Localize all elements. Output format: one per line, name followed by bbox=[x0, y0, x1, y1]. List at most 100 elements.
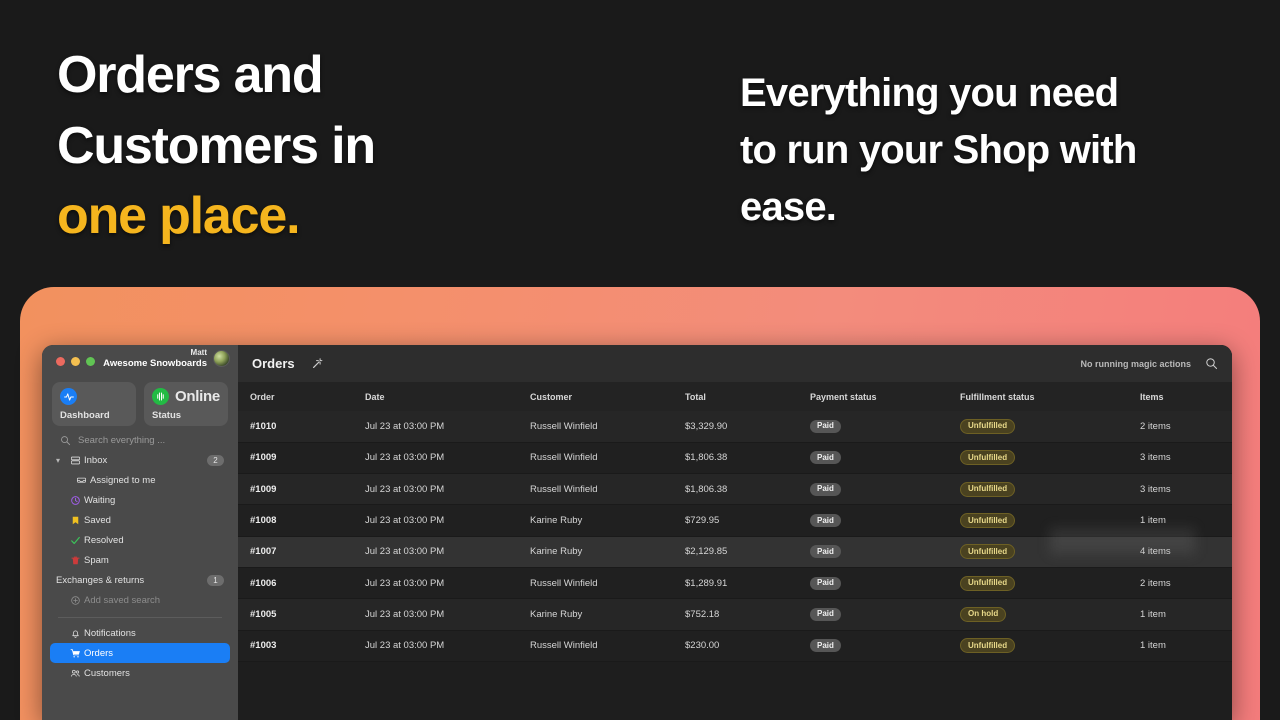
sidebar-divider bbox=[58, 617, 222, 618]
cell-fulfillment-status: Unfulfilled bbox=[948, 473, 1128, 506]
sidebar-item-assigned-to-me-label: Assigned to me bbox=[90, 474, 156, 486]
main-content: Orders No running magic actions Order Da… bbox=[238, 345, 1232, 720]
column-header-items[interactable]: Items bbox=[1128, 382, 1232, 411]
avatar[interactable] bbox=[213, 350, 230, 368]
main-header: Orders No running magic actions bbox=[238, 345, 1232, 382]
cell-payment-status: Paid bbox=[798, 504, 948, 537]
orders-table-body: #1010 Jul 23 at 03:00 PM Russell Winfield $… bbox=[238, 411, 1232, 662]
table-row[interactable]: #1009 Jul 23 at 03:00 PM Russell Winfield $… bbox=[238, 442, 1232, 475]
column-header-customer[interactable]: Customer bbox=[518, 382, 673, 411]
minimize-icon[interactable] bbox=[71, 357, 80, 366]
cell-date: Jul 23 at 03:00 PM bbox=[353, 411, 518, 443]
page-title: Orders bbox=[252, 356, 295, 371]
status-badge: Paid bbox=[810, 607, 841, 621]
close-icon[interactable] bbox=[56, 357, 65, 366]
cell-fulfillment-status: Unfulfilled bbox=[948, 630, 1128, 662]
sidebar-cards: Dashboard Online Status bbox=[42, 378, 238, 426]
table-row[interactable]: #1007 Jul 23 at 03:00 PM Karine Ruby $2,129… bbox=[238, 536, 1232, 568]
column-header-total[interactable]: Total bbox=[673, 382, 798, 411]
cell-items: 3 items bbox=[1128, 442, 1232, 475]
cell-order: #1006 bbox=[238, 567, 353, 600]
cell-total: $230.00 bbox=[673, 630, 798, 662]
sidebar-item-inbox[interactable]: ▾ Inbox 2 bbox=[50, 450, 230, 470]
cell-date: Jul 23 at 03:00 PM bbox=[353, 598, 518, 631]
window-titlebar: Matt Awesome Snowboards bbox=[42, 345, 238, 378]
app-window: Matt Awesome Snowboards Dashboard Online… bbox=[42, 345, 1232, 720]
hero-left-line-2: Customers in bbox=[57, 116, 376, 175]
cell-date: Jul 23 at 03:00 PM bbox=[353, 536, 518, 568]
sidebar-item-customers[interactable]: Customers bbox=[50, 663, 230, 683]
clock-icon bbox=[66, 495, 84, 506]
cell-fulfillment-status: Unfulfilled bbox=[948, 536, 1128, 568]
sidebar-item-resolved-label: Resolved bbox=[84, 534, 124, 546]
cell-customer: Karine Ruby bbox=[518, 536, 673, 568]
exchanges-returns-badge: 1 bbox=[207, 574, 224, 586]
cell-customer: Karine Ruby bbox=[518, 598, 673, 631]
chevron-down-icon[interactable]: ▾ bbox=[56, 456, 66, 465]
status-badge: Unfulfilled bbox=[960, 481, 1016, 497]
cell-date: Jul 23 at 03:00 PM bbox=[353, 630, 518, 662]
cell-customer: Russell Winfield bbox=[518, 630, 673, 662]
status-badge: Paid bbox=[810, 419, 841, 433]
cell-date: Jul 23 at 03:00 PM bbox=[353, 473, 518, 506]
column-header-date[interactable]: Date bbox=[353, 382, 518, 411]
status-badge: Paid bbox=[810, 482, 841, 496]
column-header-fulfillment-status[interactable]: Fulfillment status bbox=[948, 382, 1128, 411]
search-icon[interactable] bbox=[1205, 357, 1218, 370]
sidebar-item-exchanges-returns[interactable]: Exchanges & returns 1 bbox=[50, 570, 230, 590]
hero-headline-right: Everything you need to run your Shop wit… bbox=[740, 65, 1240, 235]
table-row[interactable]: #1006 Jul 23 at 03:00 PM Russell Winfield $… bbox=[238, 567, 1232, 600]
table-row[interactable]: #1003 Jul 23 at 03:00 PM Russell Winfield $… bbox=[238, 630, 1232, 662]
cell-total: $752.18 bbox=[673, 598, 798, 631]
magic-actions-status: No running magic actions bbox=[1080, 358, 1191, 369]
cell-payment-status: Paid bbox=[798, 567, 948, 600]
maximize-icon[interactable] bbox=[86, 357, 95, 366]
activity-icon bbox=[60, 388, 77, 405]
trash-icon bbox=[66, 555, 84, 566]
cell-items: 2 items bbox=[1128, 567, 1232, 600]
account-name: Matt bbox=[190, 348, 207, 357]
orders-table-header-row: Order Date Customer Total Payment status… bbox=[238, 382, 1232, 411]
cell-items: 1 item bbox=[1128, 630, 1232, 662]
cell-order: #1010 bbox=[238, 411, 353, 443]
table-row[interactable]: #1010 Jul 23 at 03:00 PM Russell Winfield $… bbox=[238, 411, 1232, 443]
search-input[interactable]: Search everything ... bbox=[60, 435, 228, 446]
magic-wand-icon[interactable] bbox=[311, 357, 324, 370]
sidebar-item-assigned-to-me[interactable]: Assigned to me bbox=[50, 470, 230, 490]
table-row[interactable]: #1005 Jul 23 at 03:00 PM Karine Ruby $752.1… bbox=[238, 598, 1232, 631]
sidebar-item-resolved[interactable]: Resolved bbox=[50, 530, 230, 550]
account-switcher[interactable]: Matt Awesome Snowboards bbox=[103, 348, 230, 370]
sidebar-item-inbox-label: Inbox bbox=[84, 454, 108, 466]
sidebar-item-saved[interactable]: Saved bbox=[50, 510, 230, 530]
cell-order: #1008 bbox=[238, 504, 353, 537]
sidebar-item-waiting[interactable]: Waiting bbox=[50, 490, 230, 510]
table-row[interactable]: #1008 Jul 23 at 03:00 PM Karine Ruby $729.9… bbox=[238, 504, 1232, 537]
status-badge: Paid bbox=[810, 545, 841, 559]
sidebar-item-spam[interactable]: Spam bbox=[50, 550, 230, 570]
cell-customer: Karine Ruby bbox=[518, 504, 673, 537]
cell-total: $729.95 bbox=[673, 504, 798, 537]
dashboard-card-top bbox=[60, 388, 128, 405]
cell-total: $1,806.38 bbox=[673, 473, 798, 506]
column-header-order[interactable]: Order bbox=[238, 382, 353, 411]
table-row[interactable]: #1009 Jul 23 at 03:00 PM Russell Winfield $… bbox=[238, 473, 1232, 506]
status-badge: Unfulfilled bbox=[960, 575, 1016, 591]
sidebar-item-exchanges-returns-label: Exchanges & returns bbox=[56, 574, 145, 586]
cell-fulfillment-status: Unfulfilled bbox=[948, 411, 1128, 443]
cell-fulfillment-status: Unfulfilled bbox=[948, 567, 1128, 600]
check-icon bbox=[66, 535, 84, 546]
sidebar-item-orders[interactable]: Orders bbox=[50, 643, 230, 663]
sidebar-item-notifications[interactable]: Notifications bbox=[50, 623, 230, 643]
cell-date: Jul 23 at 03:00 PM bbox=[353, 442, 518, 475]
cell-order: #1005 bbox=[238, 598, 353, 631]
sidebar: Matt Awesome Snowboards Dashboard Online… bbox=[42, 345, 238, 720]
column-header-payment-status[interactable]: Payment status bbox=[798, 382, 948, 411]
cell-fulfillment-status: Unfulfilled bbox=[948, 504, 1128, 537]
status-card[interactable]: Online Status bbox=[144, 382, 228, 426]
sidebar-item-spam-label: Spam bbox=[84, 554, 109, 566]
cell-fulfillment-status: Unfulfilled bbox=[948, 442, 1128, 475]
dashboard-card[interactable]: Dashboard bbox=[52, 382, 136, 426]
sidebar-nav: ▾ Inbox 2 Assigned to me Waiting Saved R… bbox=[42, 450, 238, 683]
traffic-lights[interactable] bbox=[56, 357, 95, 366]
sidebar-item-add-saved-search[interactable]: Add saved search bbox=[50, 590, 230, 610]
